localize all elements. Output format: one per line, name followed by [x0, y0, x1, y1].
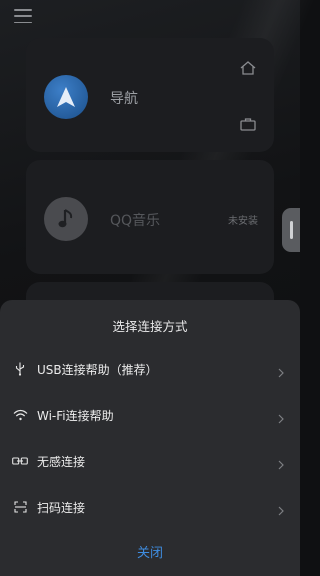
music-note-icon — [44, 197, 88, 241]
connection-method-sheet: 选择连接方式 — [0, 300, 300, 576]
hamburger-menu-icon[interactable] — [14, 9, 32, 23]
usb-icon — [12, 362, 28, 376]
scan-connection-option[interactable]: 扫码连接 — [0, 487, 300, 527]
install-status-badge: 未安装 — [228, 216, 258, 227]
usb-option-label: USB连接帮助（推荐） — [37, 363, 158, 377]
qq-music-label: QQ音乐 — [110, 213, 161, 229]
nav-app-card[interactable]: 导航 — [26, 38, 274, 152]
sheet-title: 选择连接方式 — [112, 319, 188, 334]
briefcase-icon[interactable] — [240, 116, 256, 135]
scan-option-label: 扫码连接 — [37, 501, 86, 515]
usb-connection-option[interactable]: USB连接帮助（推荐） — [0, 349, 300, 389]
chevron-right-icon — [278, 409, 284, 428]
wifi-icon — [12, 408, 28, 422]
chevron-right-icon — [278, 363, 284, 382]
wifi-option-label: Wi-Fi连接帮助 — [37, 409, 114, 423]
chevron-right-icon — [278, 455, 284, 474]
chevron-right-icon — [278, 501, 284, 520]
scan-icon — [12, 500, 28, 514]
seamless-link-icon — [12, 454, 28, 468]
close-button[interactable]: 关闭 — [0, 542, 300, 564]
seamless-option-label: 无感连接 — [37, 455, 86, 469]
seamless-connection-option[interactable]: 无感连接 — [0, 441, 300, 481]
nav-app-label: 导航 — [110, 91, 138, 107]
home-icon[interactable] — [240, 60, 256, 79]
navigation-arrow-icon — [44, 75, 88, 119]
wifi-connection-option[interactable]: Wi-Fi连接帮助 — [0, 395, 300, 435]
qq-music-app-card[interactable]: QQ音乐 未安装 — [26, 160, 274, 274]
side-drawer-handle[interactable] — [282, 208, 300, 252]
